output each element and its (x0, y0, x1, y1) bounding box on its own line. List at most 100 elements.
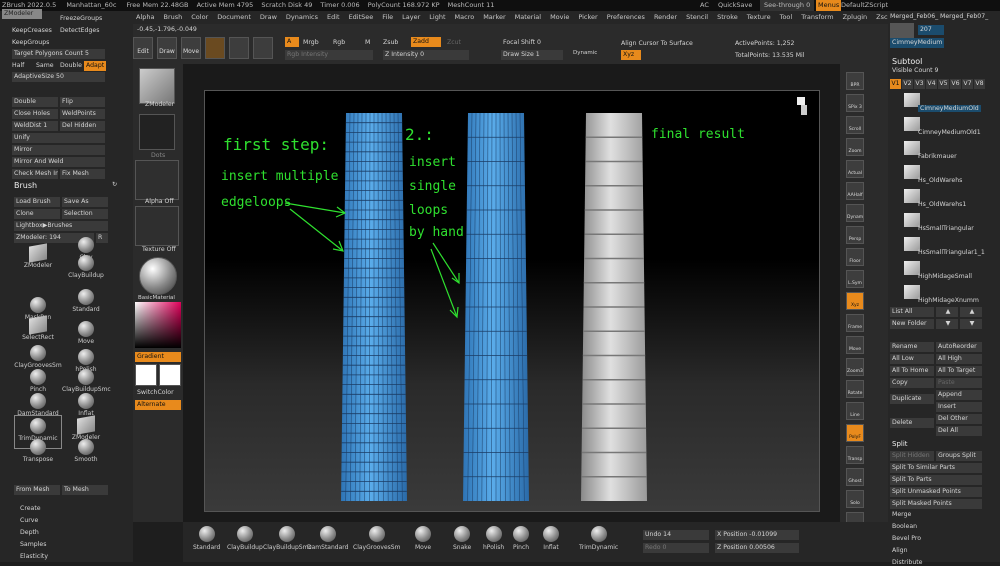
rename-button[interactable]: Rename (890, 342, 934, 352)
menu-draw[interactable]: Draw (260, 13, 277, 21)
keep-creases-toggle[interactable]: KeepCreases (12, 27, 52, 34)
menu-brush[interactable]: Brush (163, 13, 182, 21)
adaptive-size-slider[interactable]: AdaptiveSize 50 (12, 72, 105, 82)
merge-section[interactable]: Merge (892, 511, 911, 518)
load-brush-button[interactable]: Load Brush (14, 197, 60, 207)
keep-groups-toggle[interactable]: KeepGroups (12, 39, 49, 46)
shelf-aahalf-button[interactable]: AAHalf (846, 182, 864, 200)
target-polygons-slider[interactable]: Target Polygons Count 5 (12, 49, 105, 59)
subtool-item[interactable]: Fabrikmauer (890, 141, 990, 163)
draw-size-slider[interactable]: Draw Size 1 (501, 50, 563, 60)
quicksave-button[interactable]: QuickSave (718, 0, 752, 11)
visibility-tab-v4[interactable]: V4 (926, 79, 937, 89)
align-section[interactable]: Align (892, 547, 908, 554)
menu-light[interactable]: Light (429, 13, 445, 21)
rgb-intensity-slider[interactable]: Rgb Intensity (285, 50, 373, 60)
a-button[interactable]: A (285, 37, 299, 47)
shelf-spix-3-button[interactable]: SPix 3 (846, 94, 864, 112)
shelf-xyz-button[interactable]: Xyz (846, 292, 864, 310)
color-picker[interactable] (135, 302, 181, 348)
visibility-tab-v1[interactable]: V1 (890, 79, 901, 89)
edit-button[interactable]: Edit (133, 37, 153, 59)
copy-button[interactable]: Copy (890, 378, 934, 388)
menu-stroke[interactable]: Stroke (717, 13, 738, 21)
mrgb-button[interactable]: Mrgb (303, 39, 319, 46)
subtool-item[interactable]: CimneyMediumOld (890, 93, 990, 115)
auto-reorder-button[interactable]: AutoReorder (936, 342, 982, 352)
move-up-button[interactable]: ▲ (936, 307, 958, 317)
shelf-scroll-button[interactable]: Scroll (846, 116, 864, 134)
check-mesh-button[interactable]: Check Mesh Int (12, 169, 58, 179)
menu-movie[interactable]: Movie (550, 13, 569, 21)
brush-standard[interactable]: Standard (62, 287, 110, 321)
split-unmasked-button[interactable]: Split Unmasked Points (890, 487, 982, 497)
split-masked-button[interactable]: Split Masked Points (890, 499, 982, 509)
menu-editsee[interactable]: EditSee (349, 13, 374, 21)
menu-file[interactable]: File (382, 13, 393, 21)
split-parts-button[interactable]: Split To Parts (890, 475, 982, 485)
bottom-brush-standard[interactable]: Standard (193, 526, 220, 551)
menu-color[interactable]: Color (191, 13, 208, 21)
samples-section[interactable]: Samples (20, 541, 46, 548)
shelf-move-button[interactable]: Move (846, 336, 864, 354)
weld-points-button[interactable]: WeldPoints (60, 109, 105, 119)
zsub-button[interactable]: Zsub (383, 39, 398, 46)
undo-slider[interactable]: Undo 14 (643, 530, 709, 540)
menu-alpha[interactable]: Alpha (136, 13, 154, 21)
shelf-polyf-button[interactable]: PolyF (846, 424, 864, 442)
subtool-item[interactable]: HighMidageXnumm (890, 285, 990, 307)
alpha-thumbnail[interactable] (135, 160, 179, 200)
detect-edges-toggle[interactable]: DetectEdges (60, 27, 99, 34)
shelf-dynamic-button[interactable]: Dynamic (846, 204, 864, 222)
zadd-button[interactable]: Zadd (411, 37, 441, 47)
split-hidden-button[interactable]: Split Hidden (890, 451, 934, 461)
fix-mesh-button[interactable]: Fix Mesh (60, 169, 105, 179)
mirror-button[interactable]: Mirror (12, 145, 105, 155)
rotate-button[interactable] (229, 37, 249, 59)
m-button[interactable]: M (365, 39, 370, 46)
brush-zmodeler[interactable]: ZModeler (14, 243, 62, 277)
from-mesh-button[interactable]: From Mesh (14, 485, 60, 495)
menu-stencil[interactable]: Stencil (686, 13, 708, 21)
bottom-brush-snake[interactable]: Snake (453, 526, 471, 551)
menu-picker[interactable]: Picker (578, 13, 597, 21)
move-up2-button[interactable]: ▼ (936, 319, 958, 329)
double-sided-button[interactable]: Double (12, 97, 58, 107)
bottom-brush-claygroovessm[interactable]: ClayGroovesSm (353, 526, 400, 551)
visibility-tab-v6[interactable]: V6 (950, 79, 961, 89)
del-hidden-button[interactable]: Del Hidden (60, 121, 105, 131)
sculpt-mode-button[interactable] (253, 37, 273, 59)
shelf-rotate-button[interactable]: Rotate (846, 380, 864, 398)
move-down-button[interactable]: ▲ (960, 307, 982, 317)
shelf-zoom-button[interactable]: Zoom (846, 138, 864, 156)
visibility-tab-v7[interactable]: V7 (962, 79, 973, 89)
menu-render[interactable]: Render (654, 13, 677, 21)
subtool-item[interactable]: Hs_OldWarehs (890, 165, 990, 187)
list-all-button[interactable]: List All (890, 307, 934, 317)
visible-count[interactable]: Visible Count 9 (892, 67, 938, 74)
subtool-item[interactable]: HsSmallTriangular (890, 213, 990, 235)
z-intensity-slider[interactable]: Z Intensity 0 (383, 50, 469, 60)
menu-preferences[interactable]: Preferences (607, 13, 645, 21)
bottom-brush-damstandard[interactable]: DamStandard (307, 526, 348, 551)
all-to-home-button[interactable]: All To Home (890, 366, 934, 376)
move-button[interactable]: Move (181, 37, 201, 59)
bottom-brush-trimdynamic[interactable]: TrimDynamic (579, 526, 618, 551)
append-button[interactable]: Append (936, 390, 982, 400)
selection-button[interactable]: SelectIon (62, 209, 108, 219)
brush-claybuildup[interactable]: ClayBuildup (62, 253, 110, 287)
lightbox-brushes-button[interactable]: Lightbox▶Brushes (14, 221, 108, 231)
shelf-solo-button[interactable]: Solo (846, 490, 864, 508)
to-mesh-button[interactable]: To Mesh (62, 485, 108, 495)
menu-tool[interactable]: Tool (780, 13, 793, 21)
redo-slider[interactable]: Redo 0 (643, 543, 709, 553)
unify-button[interactable]: Unify (12, 133, 105, 143)
align-cursor-button[interactable]: Align Cursor To Surface (621, 40, 693, 47)
menu-edit[interactable]: Edit (327, 13, 340, 21)
adapt-button[interactable]: Adapt (84, 61, 106, 71)
distribute-section[interactable]: Distribute (892, 559, 922, 566)
shelf-bpr-button[interactable]: BPR (846, 72, 864, 90)
menu-macro[interactable]: Macro (455, 13, 475, 21)
bottom-brush-claybuildup[interactable]: ClayBuildup (227, 526, 263, 551)
bottom-brush-inflat[interactable]: Inflat (543, 526, 559, 551)
